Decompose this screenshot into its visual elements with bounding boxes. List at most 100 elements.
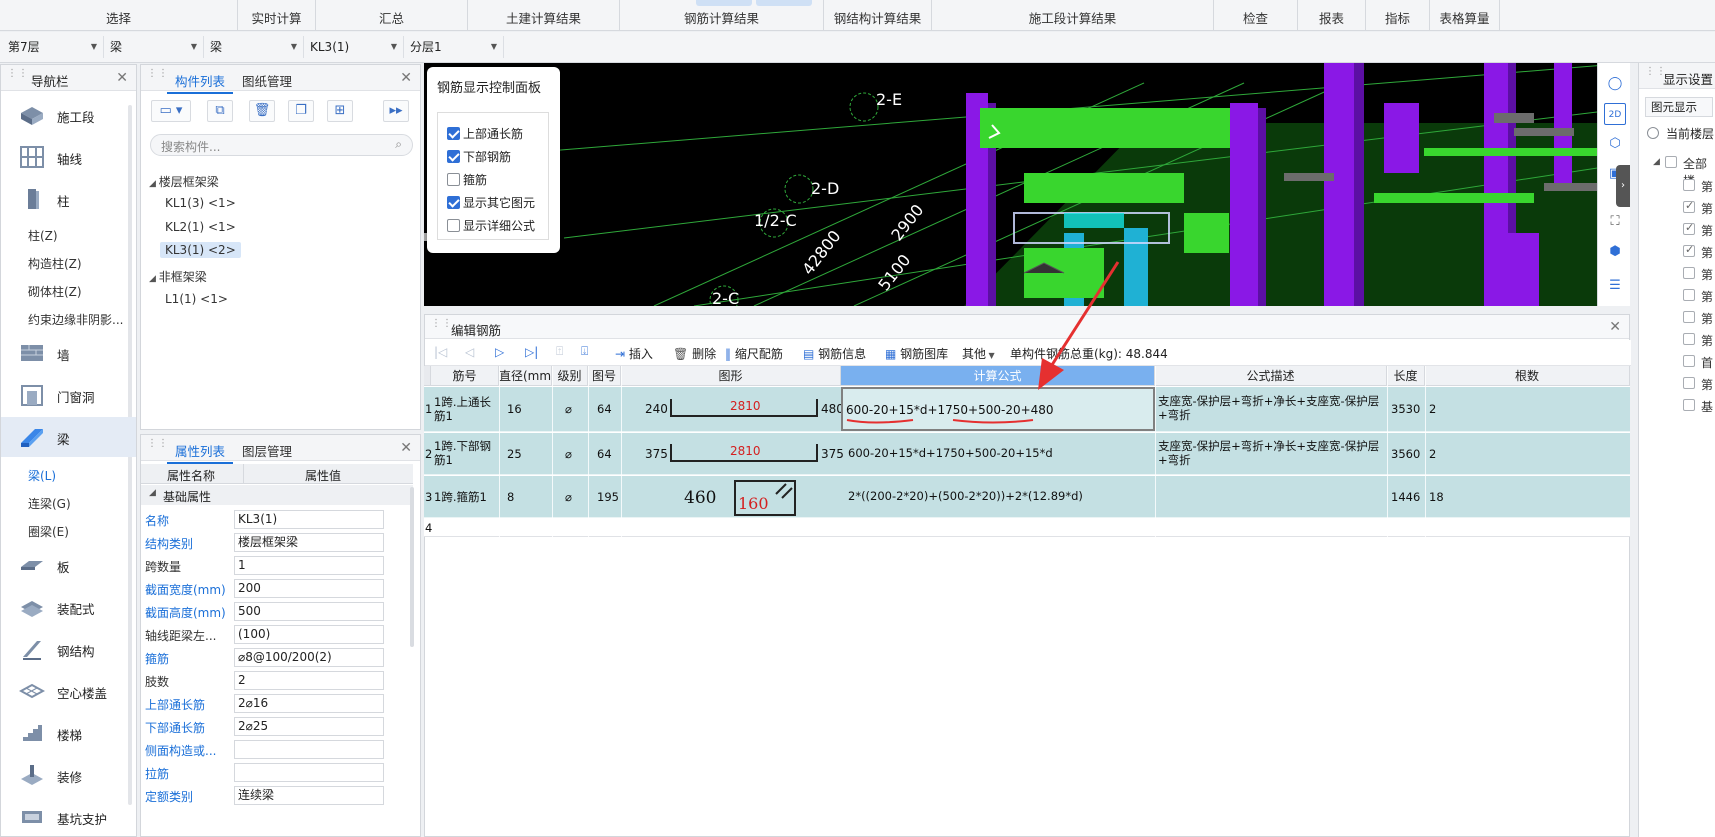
drag-grip-icon[interactable]: ⋮⋮ [7,69,28,85]
nav-item-door-window[interactable]: 门窗洞 [1,375,136,415]
nav-item-stair[interactable]: 楼梯 [1,713,136,753]
nav-item-construction-segment[interactable]: 施工段 [1,95,136,135]
drag-grip-icon[interactable]: ⋮⋮ [431,319,452,335]
cell-formula[interactable]: 600-20+15*d+1750+500-20+15*d [848,446,1053,460]
orbit-icon[interactable]: ◯ [1604,73,1626,95]
table-row-empty[interactable]: 4 [424,519,1630,537]
close-icon[interactable]: ✕ [116,70,128,86]
column-header-description[interactable]: 公式描述 [1155,366,1387,386]
display-cube-icon[interactable]: ⬢ [1604,241,1626,263]
property-value-field[interactable]: 2 [234,671,384,690]
properties-section-basic[interactable]: ◢ 基础属性 [141,485,413,505]
scale-rebar-button[interactable]: ‖ 缩尺配筋 [725,345,783,362]
view-list-icon[interactable]: ☰ [1604,275,1626,297]
checkbox-floor-item[interactable] [1683,311,1695,323]
cell-bar-name[interactable]: 1跨.箍筋1 [434,490,498,504]
tree-item-kl1[interactable]: KL1(3) <1> [165,196,236,210]
checkbox-floor-item[interactable] [1683,179,1695,191]
element-select[interactable]: KL3(1) ▼ [306,36,404,58]
cell-count[interactable]: 18 [1429,490,1444,504]
move-up-icon[interactable]: ⍐ [556,344,563,359]
move-down-icon[interactable]: ⍗ [581,344,588,359]
column-header-figure-no[interactable]: 图号 [588,366,621,386]
component-search-input[interactable]: 搜索构件... ⌕ [150,134,413,156]
rebar-library-button[interactable]: ▦ 钢筋图库 [885,345,948,362]
nav-item-pit-support[interactable]: 基坑支护 [1,797,136,837]
ribbon-tab-realtime-calc[interactable]: 实时计算 [238,0,316,31]
property-value-field[interactable]: 500 [234,602,384,621]
property-value-field[interactable] [234,740,384,759]
property-value-field[interactable] [234,763,384,782]
category-select[interactable]: 梁 ▼ [106,36,204,58]
property-value-field[interactable]: KL3(1) [234,510,384,529]
nav-sub-coupling-beam[interactable]: 连梁(G) [28,495,71,512]
checkbox-floor-item[interactable] [1683,267,1695,279]
column-header-grade[interactable]: 级别 [552,366,588,386]
checkbox-floor-item[interactable]: ✓ [1683,221,1695,235]
cell-grade[interactable]: ⌀ [565,490,572,504]
property-value-field[interactable]: (100) [234,625,384,644]
cell-length[interactable]: 3530 [1391,402,1420,416]
delete-button[interactable]: 🗑 删除 [673,345,716,362]
table-row[interactable]: 3 1跨.箍筋1 8 ⌀ 195 460 160 2*((200-2*20)+(… [424,476,1630,518]
tab-layer-management[interactable]: 图层管理 [242,441,292,460]
table-row[interactable]: 2 1跨.下部钢筋1 25 ⌀ 64 375 2810 375 600-20+1… [424,433,1630,475]
tree-group-nonframe-beam[interactable]: ◢ 非框架梁 [149,268,207,285]
nav-sub-edge-column[interactable]: 约束边缘非阴影... [28,311,128,328]
cell-grade[interactable]: ⌀ [565,447,572,461]
tree-group-frame-beam[interactable]: ◢ 楼层框架梁 [149,173,219,190]
tab-drawing-management[interactable]: 图纸管理 [242,71,292,90]
rebar-info-button[interactable]: ▤ 钢筋信息 [803,345,866,362]
drag-grip-icon[interactable]: ⋮⋮ [147,439,168,455]
cell-figure-no[interactable]: 64 [597,447,612,461]
ribbon-tab-report[interactable]: 报表 [1298,0,1366,31]
tab-property-list[interactable]: 属性列表 [166,441,234,464]
3d-cube-icon[interactable]: ⬡ [1604,133,1626,155]
property-value-field[interactable]: 1 [234,556,384,575]
cell-length[interactable]: 3560 [1391,447,1420,461]
delete-component-icon[interactable]: 🗑 [249,100,275,122]
nav-sub-masonry-column[interactable]: 砌体柱(Z) [28,283,82,300]
tree-item-l1[interactable]: L1(1) <1> [165,292,228,306]
cell-diameter[interactable]: 16 [507,402,522,416]
new-component-button[interactable]: ▭ ▾ [151,100,191,122]
property-value-field[interactable]: 200 [234,579,384,598]
nav-sub-ring-beam[interactable]: 圈梁(E) [28,523,69,540]
nav-sub-column-z[interactable]: 柱(Z) [28,227,58,244]
column-header-count[interactable]: 根数 [1425,366,1630,386]
checkbox-floor-item[interactable] [1683,333,1695,345]
ribbon-tab-civil-result[interactable]: 土建计算结果 [468,0,620,31]
checkbox-bottom-rebar[interactable]: 下部钢筋 [447,148,511,165]
layer-select[interactable]: 分层1 ▼ [406,36,504,58]
cell-bar-name[interactable]: 1跨.上通长筋1 [434,395,498,423]
nav-item-prefab[interactable]: 装配式 [1,587,136,627]
fit-view-icon[interactable]: ⛶ [1604,211,1626,233]
checkbox-floor-item[interactable] [1683,377,1695,389]
checkbox-show-other[interactable]: 显示其它图元 [447,194,535,211]
checkbox-floor-item[interactable]: ✓ [1683,199,1695,213]
type-select[interactable]: 梁 ▼ [206,36,304,58]
ribbon-tab-select[interactable]: 选择 [0,0,238,31]
tab-component-list[interactable]: 构件列表 [166,71,234,94]
2d-view-icon[interactable]: 2D [1604,103,1626,125]
close-icon[interactable]: ✕ [1609,319,1621,335]
tree-item-kl2[interactable]: KL2(1) <1> [165,220,236,234]
copy-component-icon[interactable]: ⧉ [207,100,233,122]
nav-item-beam[interactable]: 梁 [1,417,136,457]
nav-sub-beam-l[interactable]: 梁(L) [28,467,56,484]
checkbox-floor-item[interactable]: ✓ [1683,243,1695,257]
nav-item-axis[interactable]: 轴线 [1,137,136,177]
nav-sub-constructional-column[interactable]: 构造柱(Z) [28,255,82,272]
checkbox-floor-item[interactable] [1683,355,1695,367]
last-page-icon[interactable]: ▷| [525,345,538,359]
first-page-icon[interactable]: |◁ [434,345,447,359]
next-page-icon[interactable]: ▷ [495,345,504,359]
checkbox-floor-item[interactable] [1683,399,1695,411]
floor-select[interactable]: 第7层 ▼ [4,36,104,58]
cell-formula[interactable]: 2*((200-2*20)+(500-2*20))+2*(12.89*d) [848,489,1083,503]
cell-count[interactable]: 2 [1429,447,1436,461]
duplicate-floor-icon[interactable]: ❐ [288,100,314,122]
collapse-panel-button[interactable]: › [1616,165,1630,207]
nav-item-column[interactable]: 柱 [1,179,136,219]
cell-count[interactable]: 2 [1429,402,1436,416]
